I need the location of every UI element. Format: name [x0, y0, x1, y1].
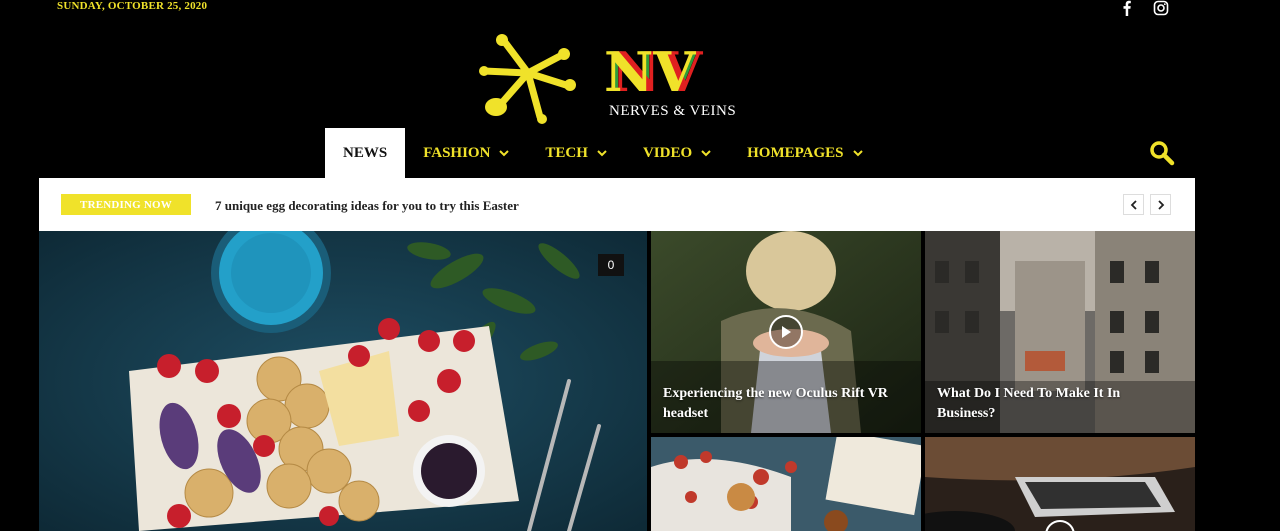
search-icon[interactable]	[1149, 140, 1175, 166]
comment-count: 0	[598, 254, 624, 276]
nav-item-tech[interactable]: TECH	[527, 128, 625, 178]
chevron-down-icon	[852, 145, 863, 162]
chevron-down-icon	[701, 145, 711, 162]
nav-item-video[interactable]: VIDEO	[625, 128, 729, 178]
featured-image	[39, 231, 647, 531]
current-date: SUNDAY, OCTOBER 25, 2020	[57, 0, 208, 12]
post-image	[925, 437, 1195, 531]
chevron-down-icon	[499, 145, 510, 162]
site-logo[interactable]: NV NV NV NERVES & VEINS	[476, 33, 766, 125]
logo-mark-icon	[479, 34, 576, 124]
trending-badge: TRENDING NOW	[61, 194, 191, 215]
post-image	[651, 437, 921, 531]
post-tile-business[interactable]: What Do I Need To Make It In Business?	[925, 231, 1195, 433]
nav-item-label: NEWS	[343, 144, 388, 161]
play-icon[interactable]	[769, 315, 803, 349]
top-bar: SUNDAY, OCTOBER 25, 2020	[0, 0, 1280, 16]
nav-item-fashion[interactable]: FASHION	[405, 128, 527, 178]
main-nav: NEWS FASHION TECH VIDEO HOMEPAGES	[325, 128, 881, 178]
post-tile-laptop[interactable]	[925, 437, 1195, 531]
chevron-left-icon[interactable]	[1123, 194, 1144, 215]
chevron-down-icon	[597, 145, 607, 162]
facebook-icon[interactable]	[1119, 0, 1135, 16]
post-tile-food[interactable]	[651, 437, 921, 531]
chevron-right-icon[interactable]	[1150, 194, 1171, 215]
nav-item-homepages[interactable]: HOMEPAGES	[729, 128, 880, 178]
logo-tagline: NERVES & VEINS	[609, 103, 736, 119]
nav-item-news[interactable]: NEWS	[325, 128, 406, 178]
nav-item-label: TECH	[545, 144, 588, 161]
trending-bar: TRENDING NOW 7 unique egg decorating ide…	[39, 178, 1195, 231]
nav-item-label: FASHION	[423, 144, 491, 161]
post-tile-oculus[interactable]: Experiencing the new Oculus Rift VR head…	[651, 231, 921, 433]
trending-headline[interactable]: 7 unique egg decorating ideas for you to…	[215, 198, 519, 214]
nav-item-label: HOMEPAGES	[747, 144, 844, 161]
featured-post[interactable]: 0	[39, 231, 647, 531]
svg-text:NV: NV	[604, 40, 696, 104]
post-title[interactable]: What Do I Need To Make It In Business?	[937, 384, 1167, 424]
post-title[interactable]: Experiencing the new Oculus Rift VR head…	[663, 384, 913, 424]
logo-letters: NV NV NV	[604, 40, 703, 104]
nav-item-label: VIDEO	[642, 144, 693, 161]
instagram-icon[interactable]	[1153, 0, 1169, 16]
